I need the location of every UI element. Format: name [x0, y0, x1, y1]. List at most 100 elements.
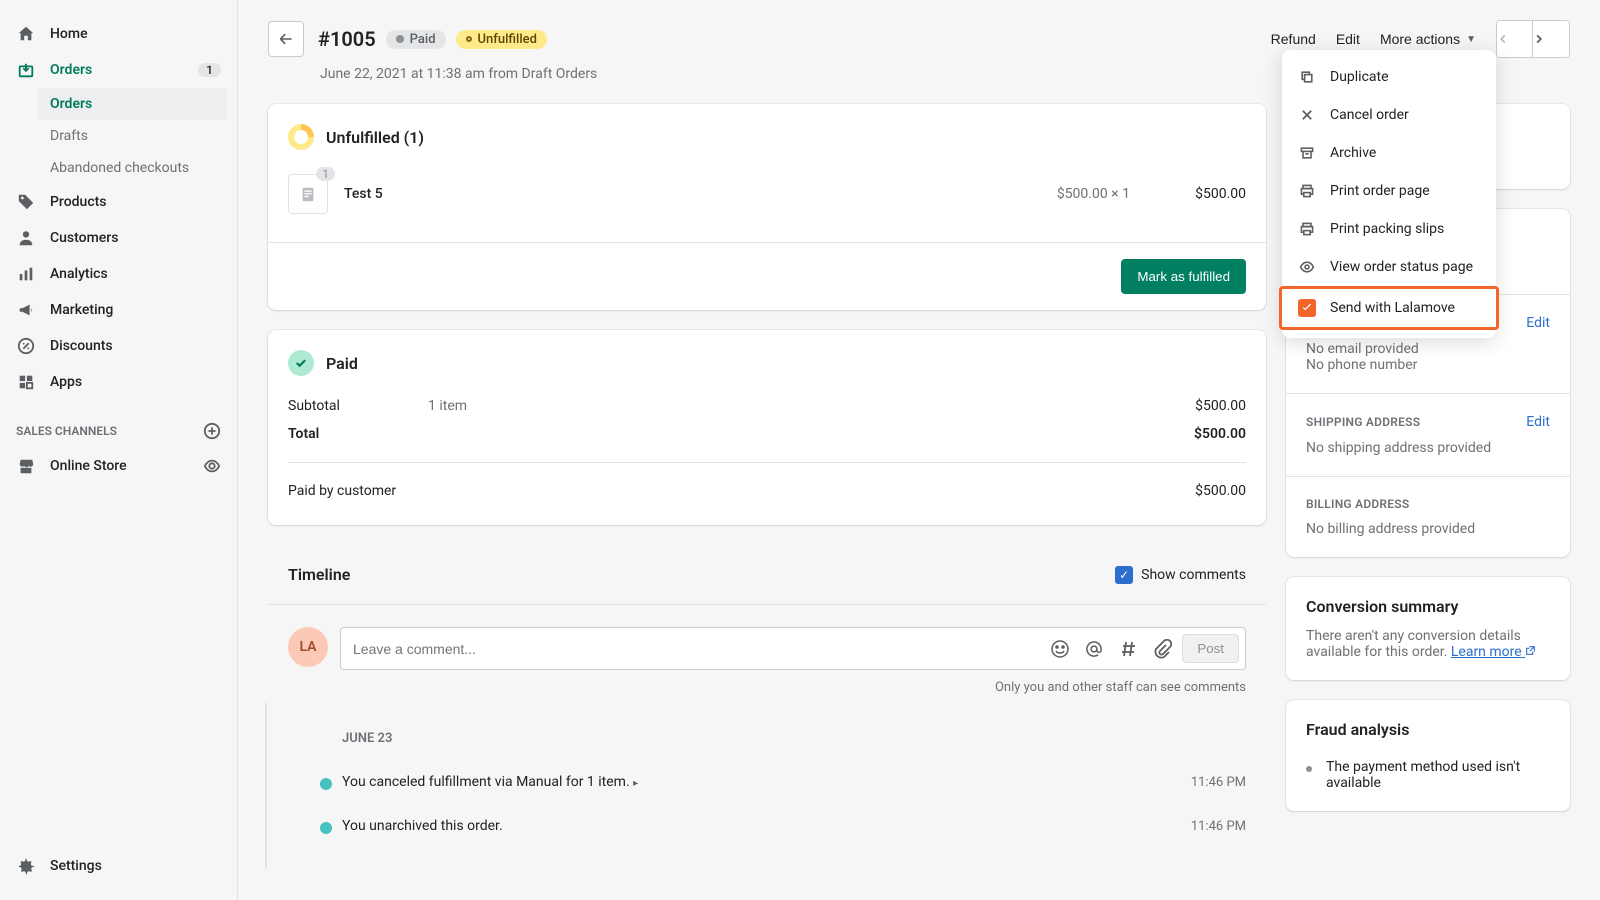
unfulfilled-status-icon [288, 124, 314, 150]
fraud-card: Fraud analysis The payment method used i… [1286, 700, 1570, 811]
duplicate-icon [1298, 68, 1316, 86]
timeline-event[interactable]: You canceled fulfillment via Manual for … [328, 760, 1246, 804]
nav-sub-abandoned[interactable]: Abandoned checkouts [50, 152, 237, 184]
more-actions-button[interactable]: More actions▼ [1380, 31, 1476, 47]
mark-fulfilled-button[interactable]: Mark as fulfilled [1121, 259, 1246, 294]
emoji-icon[interactable] [1050, 639, 1070, 659]
timeline-dot-icon [320, 822, 332, 834]
product-thumb[interactable]: 1 [288, 174, 328, 214]
nav-sub-orders[interactable]: Orders [38, 88, 227, 120]
megaphone-icon [16, 300, 36, 320]
shipping-heading: SHIPPING ADDRESS [1306, 415, 1420, 429]
timeline-date: JUNE 23 [342, 731, 1246, 746]
print-icon [1298, 182, 1316, 200]
apps-icon [16, 372, 36, 392]
print-icon [1298, 220, 1316, 238]
product-name[interactable]: Test 5 [344, 186, 974, 202]
x-icon [1298, 106, 1316, 124]
dd-print-slips[interactable]: Print packing slips [1282, 210, 1496, 248]
edit-shipping-link[interactable]: Edit [1526, 414, 1550, 430]
hashtag-icon[interactable] [1118, 639, 1138, 659]
edit-button[interactable]: Edit [1336, 31, 1360, 47]
order-id: #1005 [318, 27, 376, 51]
nav-orders-sub: Orders Drafts Abandoned checkouts [0, 88, 237, 184]
dd-print-order[interactable]: Print order page [1282, 172, 1496, 210]
nav-marketing[interactable]: Marketing [0, 292, 237, 328]
dd-cancel[interactable]: Cancel order [1282, 96, 1496, 134]
fraud-title: Fraud analysis [1306, 720, 1550, 739]
nav-home[interactable]: Home [0, 16, 237, 52]
refund-button[interactable]: Refund [1271, 31, 1316, 47]
page-title: #1005 Paid Unfulfilled [318, 27, 547, 51]
nav-discounts-label: Discounts [50, 338, 113, 354]
user-icon [16, 228, 36, 248]
gear-icon [16, 856, 36, 876]
payment-card: Paid Subtotal 1 item $500.00 Total $500.… [268, 330, 1266, 525]
qty-price: $500.00 × 1 [990, 186, 1130, 202]
timeline-time: 11:46 PM [1191, 775, 1246, 790]
nav-customers[interactable]: Customers [0, 220, 237, 256]
conversion-card: Conversion summary There aren't any conv… [1286, 577, 1570, 680]
fraud-item: The payment method used isn't available [1306, 753, 1550, 791]
learn-more-link[interactable]: Learn more [1451, 644, 1536, 660]
line-item: 1 Test 5 $500.00 × 1 $500.00 [288, 166, 1246, 222]
nav-orders[interactable]: Orders 1 [0, 52, 237, 88]
nav-online-store-label: Online Store [50, 458, 127, 474]
nav-apps[interactable]: Apps [0, 364, 237, 400]
nav-sub-drafts[interactable]: Drafts [50, 120, 237, 152]
sales-channels-label: SALES CHANNELS [16, 424, 117, 438]
orders-icon [16, 60, 36, 80]
edit-contact-link[interactable]: Edit [1526, 315, 1550, 331]
analytics-icon [16, 264, 36, 284]
timeline-event[interactable]: You unarchived this order. 11:46 PM [328, 804, 1246, 848]
payment-title: Paid [288, 350, 1246, 376]
mention-icon[interactable] [1084, 639, 1104, 659]
nav-analytics[interactable]: Analytics [0, 256, 237, 292]
attachment-icon[interactable] [1152, 639, 1172, 659]
nav-settings-label: Settings [50, 858, 102, 874]
fulfillment-card: Unfulfilled (1) 1 Test 5 $500.00 × 1 $50… [268, 104, 1266, 310]
timeline-dot-icon [320, 778, 332, 790]
show-comments-toggle[interactable]: ✓ Show comments [1115, 566, 1246, 584]
expand-icon: ▸ [633, 778, 638, 789]
discount-icon [16, 336, 36, 356]
line-total: $500.00 [1146, 186, 1246, 202]
timeline-time: 11:46 PM [1191, 819, 1246, 834]
next-order-button[interactable] [1533, 21, 1569, 57]
nav-discounts[interactable]: Discounts [0, 328, 237, 364]
fulfillment-title: Unfulfilled (1) [288, 124, 1246, 150]
nav-settings[interactable]: Settings [0, 848, 237, 884]
avatar: LA [288, 627, 328, 667]
back-button[interactable] [268, 21, 304, 57]
dd-view-status[interactable]: View order status page [1282, 248, 1496, 286]
nav-marketing-label: Marketing [50, 302, 113, 318]
timeline-section: Timeline ✓ Show comments LA [268, 545, 1266, 868]
no-shipping: No shipping address provided [1306, 440, 1550, 456]
comment-input[interactable] [353, 641, 1050, 657]
add-channel-icon[interactable] [203, 422, 221, 440]
prev-order-button[interactable] [1497, 21, 1533, 57]
dd-archive[interactable]: Archive [1282, 134, 1496, 172]
paid-status-icon [288, 350, 314, 376]
nav-apps-label: Apps [50, 374, 82, 390]
nav-sales-channels-heading: SALES CHANNELS [0, 400, 237, 448]
item-count-badge: 1 [316, 167, 335, 181]
nav-home-label: Home [50, 26, 88, 42]
post-button[interactable]: Post [1182, 634, 1239, 663]
nav-products[interactable]: Products [0, 184, 237, 220]
billing-heading: BILLING ADDRESS [1306, 497, 1409, 511]
main-content: #1005 Paid Unfulfilled Refund Edit More … [238, 0, 1600, 900]
nav-online-store[interactable]: Online Store [0, 448, 237, 484]
tag-icon [16, 192, 36, 212]
timeline-title: Timeline [288, 565, 350, 584]
orders-badge: 1 [198, 63, 221, 77]
lalamove-icon [1298, 299, 1316, 317]
view-store-icon[interactable] [203, 457, 221, 475]
dd-duplicate[interactable]: Duplicate [1282, 58, 1496, 96]
dd-send-lalamove[interactable]: Send with Lalamove [1279, 286, 1499, 330]
nav-products-label: Products [50, 194, 107, 210]
paid-chip: Paid [386, 30, 446, 49]
sidebar: Home Orders 1 Orders Drafts Abandoned ch… [0, 0, 238, 900]
archive-icon [1298, 144, 1316, 162]
store-icon [16, 456, 36, 476]
